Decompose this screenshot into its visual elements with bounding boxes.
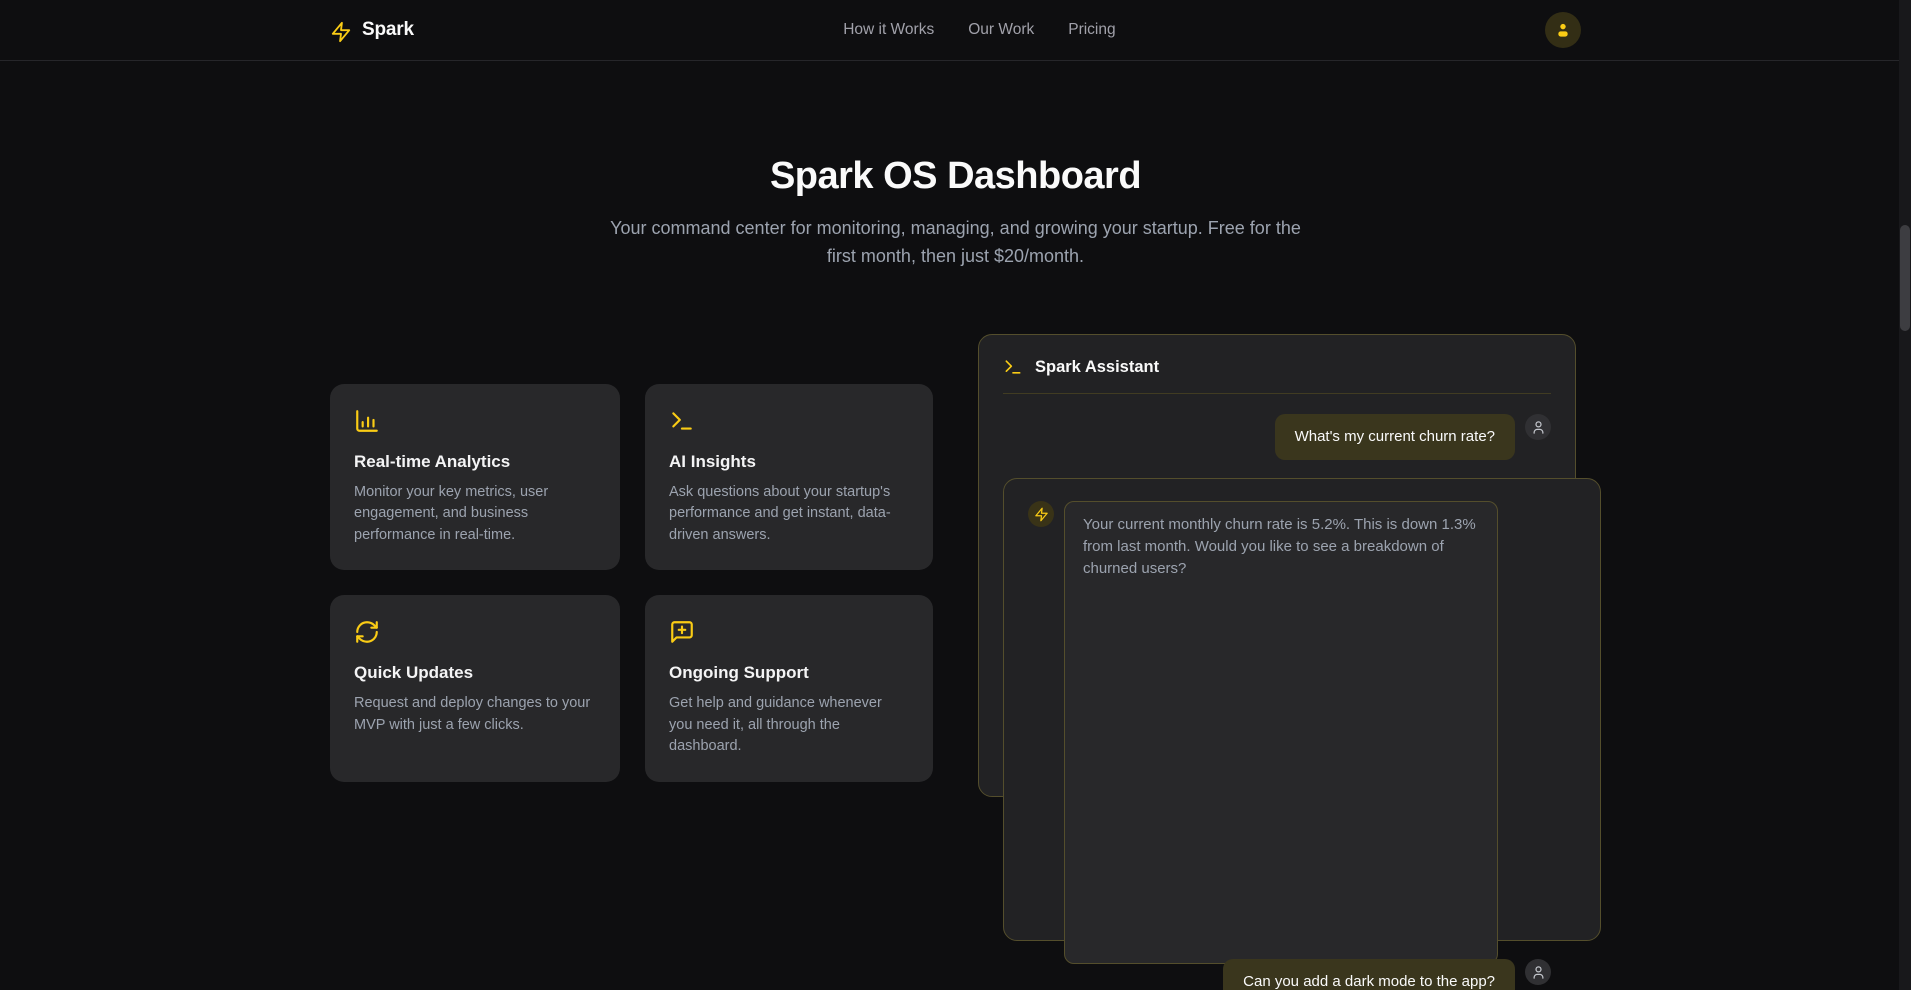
terminal-icon xyxy=(669,408,695,434)
navbar: Spark How it Works Our Work Pricing xyxy=(0,0,1911,61)
divider xyxy=(1003,393,1551,394)
refresh-icon xyxy=(354,619,380,645)
user-icon xyxy=(1525,414,1551,440)
brand-logo[interactable]: Spark xyxy=(330,19,414,41)
feature-title: Ongoing Support xyxy=(669,663,909,683)
user-icon xyxy=(1554,21,1572,39)
chat-message-user: Can you add a dark mode to the app? xyxy=(1003,959,1551,990)
user-bubble: Can you add a dark mode to the app? xyxy=(1223,959,1515,990)
chat-messages: What's my current churn rate? Your curren… xyxy=(1003,414,1551,990)
nav-link-pricing[interactable]: Pricing xyxy=(1068,21,1115,39)
feature-description: Ask questions about your startup's perfo… xyxy=(669,482,909,546)
navbar-inner: Spark How it Works Our Work Pricing xyxy=(330,0,1581,60)
feature-description: Monitor your key metrics, user engagemen… xyxy=(354,482,596,546)
account-avatar-button[interactable] xyxy=(1545,12,1581,48)
zap-icon xyxy=(330,19,352,41)
content-row: Real-time Analytics Monitor your key metr… xyxy=(330,334,1581,797)
nav-link-how-it-works[interactable]: How it Works xyxy=(843,21,934,39)
feature-description: Request and deploy changes to your MVP w… xyxy=(354,693,596,736)
user-icon xyxy=(1525,959,1551,985)
feature-description: Get help and guidance whenever you need … xyxy=(669,693,909,757)
nav-links: How it Works Our Work Pricing xyxy=(414,21,1545,39)
assistant-bubble: Your current monthly churn rate is 5.2%.… xyxy=(1064,501,1498,964)
assistant-panel: Spark Assistant What's my current churn … xyxy=(978,334,1576,797)
feature-title: Quick Updates xyxy=(354,663,596,683)
page: Spark How it Works Our Work Pricing Spark … xyxy=(0,0,1911,990)
feature-card-quick-updates: Quick Updates Request and deploy changes … xyxy=(330,595,620,781)
feature-card-ongoing-support: Ongoing Support Get help and guidance whe… xyxy=(645,595,933,781)
feature-title: AI Insights xyxy=(669,452,909,472)
feature-title: Real-time Analytics xyxy=(354,452,596,472)
scrollbar-thumb[interactable] xyxy=(1900,225,1910,331)
zap-icon xyxy=(1028,501,1054,527)
message-square-plus-icon xyxy=(669,619,695,645)
chat-message-assistant: Your current monthly churn rate is 5.2%.… xyxy=(1003,478,1601,941)
nav-link-our-work[interactable]: Our Work xyxy=(968,21,1034,39)
user-bubble: What's my current churn rate? xyxy=(1275,414,1515,460)
features-grid: Real-time Analytics Monitor your key metr… xyxy=(330,384,933,782)
hero-subtitle: Your command center for monitoring, mana… xyxy=(594,214,1318,270)
chat-message-user: What's my current churn rate? xyxy=(1003,414,1551,460)
brand-name: Spark xyxy=(362,19,414,41)
bar-chart-icon xyxy=(354,408,380,434)
feature-card-real-time-analytics: Real-time Analytics Monitor your key metr… xyxy=(330,384,620,570)
page-title: Spark OS Dashboard xyxy=(0,155,1911,198)
terminal-icon xyxy=(1003,357,1023,377)
scrollbar-track[interactable] xyxy=(1899,0,1911,990)
main-content: Spark OS Dashboard Your command center f… xyxy=(0,155,1911,797)
feature-card-ai-insights: AI Insights Ask questions about your star… xyxy=(645,384,933,570)
assistant-title: Spark Assistant xyxy=(1035,358,1159,377)
assistant-header: Spark Assistant xyxy=(1003,357,1551,377)
